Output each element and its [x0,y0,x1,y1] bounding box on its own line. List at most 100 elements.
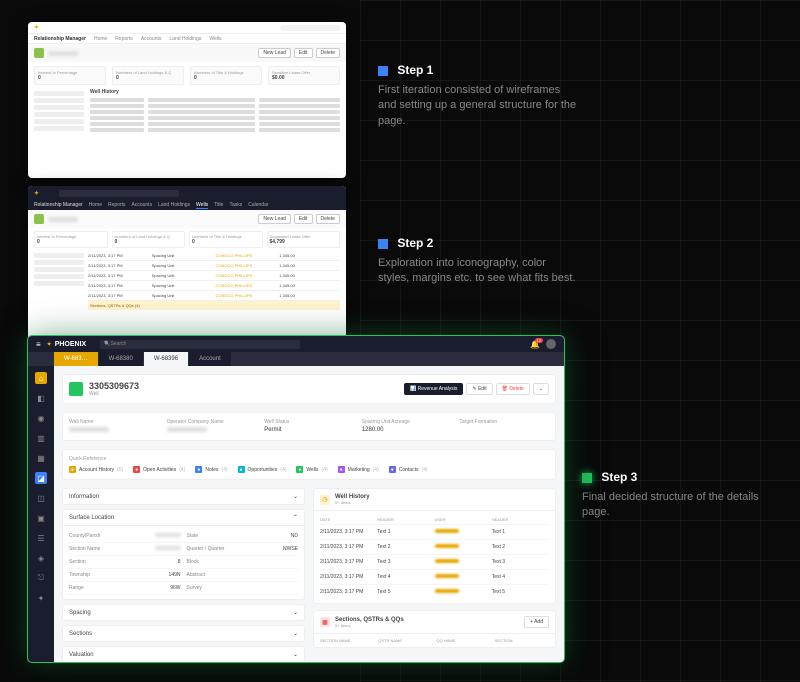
nav-item[interactable]: Reports [108,202,126,208]
search-input[interactable] [280,25,340,31]
nav-item-wells[interactable]: Wells [196,202,208,209]
qr-item[interactable]: ●Account History(5) [69,466,123,473]
sidebar-share-icon[interactable]: ⎋ [35,572,47,584]
tab[interactable]: W-68380 [99,352,144,366]
avatar [34,48,44,58]
edit-button[interactable]: Edit [294,214,313,224]
qr-item[interactable]: ●Marketing(4) [338,466,379,473]
sections-icon: ▦ [320,617,330,627]
edit-button[interactable]: ✎ Edit [466,383,492,395]
step-2-title: Step 2 [397,236,433,250]
well-history-row[interactable]: 2/11/2023, 3:17 PMText 5Text 5 [320,584,549,599]
accordion-header[interactable]: Information⌄ [63,489,304,504]
nav-item[interactable]: Accounts [141,36,162,42]
new-lead-button[interactable]: New Lead [258,48,291,58]
step-3-desc: Final decided structure of the details p… [582,490,782,521]
nav-item[interactable]: Land Holdings [158,202,190,208]
surface-row: Township149NAbstract [69,569,298,582]
sidebar-map-icon[interactable]: ◈ [35,552,47,564]
delete-button[interactable]: Delete [316,48,340,58]
wireframe-card-1: ✦ Relationship Manager Home Reports Acco… [28,22,346,178]
well-header-card: 3305309673 Well 📊 Revenue Analysis ✎ Edi… [62,374,556,404]
sidebar-settings-icon[interactable]: ✦ [35,592,47,604]
accordion-header[interactable]: Valuation⌄ [63,647,304,662]
qr-title: Quick Reference [69,456,549,462]
step-3-marker [582,473,592,483]
nav-item[interactable]: Home [94,36,107,42]
accordion-header[interactable]: Spacing⌄ [63,605,304,620]
qr-item[interactable]: ●Open Activities(4) [133,466,185,473]
sidebar-layers-icon[interactable]: ◫ [35,492,47,504]
c1-ribbon: New Lead Edit Delete [28,44,346,62]
revenue-analysis-button[interactable]: 📊 Revenue Analysis [404,383,463,395]
nav-item[interactable]: Accounts [132,202,153,208]
sidebar-grid-icon[interactable]: ▣ [35,512,47,524]
tab-active-indicator[interactable]: W-683… [54,352,99,366]
c1-sidebar [34,89,84,133]
add-button[interactable]: + Add [524,616,549,628]
nav-item[interactable]: Calendar [248,202,268,208]
menu-icon[interactable]: ≡ [36,340,41,349]
step-1-title: Step 1 [397,63,433,77]
c2-table: 2/11/2023, 3:17 PMSpacing UnitCONOCO PHI… [88,251,340,310]
well-history-row[interactable]: 2/11/2023, 3:17 PMText 1Text 1 [320,524,549,539]
well-history-icon: ◷ [320,495,330,505]
delete-button[interactable]: Delete [316,214,340,224]
qr-item[interactable]: ●Notes(4) [195,466,227,473]
well-history-row[interactable]: 2/11/2023, 3:17 PMText 4Text 4 [320,569,549,584]
nav-item[interactable]: Title [214,202,223,208]
nav-item[interactable]: Land Holdings [169,36,201,42]
sidebar-well-icon[interactable]: ◪ [35,472,47,484]
step-2-label: Step 2 Exploration into iconography, col… [378,236,578,287]
sidebar-bank-icon[interactable]: ▦ [35,452,47,464]
notifications-icon[interactable]: 🔔12 [530,340,540,349]
edit-button[interactable]: Edit [294,48,313,58]
step-1-label: Step 1 First iteration consisted of wire… [378,63,578,129]
exploration-card-2: ✦ Relationship Manager Home Reports Acco… [28,186,346,342]
well-history-row[interactable]: 2/11/2023, 3:17 PMText 3Text 3 [320,554,549,569]
qr-item[interactable]: ●Opportunities(4) [238,466,287,473]
brand-label: PHOENIX [55,341,87,348]
search-input[interactable] [59,190,179,197]
c1-header: ✦ [28,22,346,34]
qr-item[interactable]: ●Wells(4) [296,466,327,473]
well-history-title: Well History [90,89,340,95]
chevron-down-icon: ⌄ [293,651,298,658]
sidebar-doc-icon[interactable]: ▥ [35,432,47,444]
qr-item[interactable]: ●Contacts(4) [389,466,428,473]
phoenix-logo-icon: ✦ [47,341,52,348]
step-2-desc: Exploration into iconography, color styl… [378,256,578,287]
new-lead-button[interactable]: New Lead [258,214,291,224]
notification-badge: 12 [535,338,543,343]
accordion-header[interactable]: Surface Location⌃ [63,510,304,525]
delete-button[interactable]: 🗑 Delete [496,383,530,395]
tab-active[interactable]: W-68396 [144,352,189,366]
user-avatar[interactable] [546,339,556,349]
well-subtitle: Well [89,391,139,397]
chevron-down-icon: ⌄ [293,493,298,500]
nav-item[interactable]: Home [89,202,102,208]
nav-item[interactable]: Reports [115,36,133,42]
sidebar-users-icon[interactable]: ◉ [35,412,47,424]
sidebar-home-icon[interactable]: ⌂ [35,372,47,384]
c2-sidebar [34,251,84,310]
sidebar-chart-icon[interactable]: ◧ [35,392,47,404]
accordion-header[interactable]: Sections⌄ [63,626,304,641]
surface-row: County/ParishStateND [69,530,298,543]
quick-reference: Quick Reference ●Account History(5) ●Open… [62,449,556,480]
sections-footer[interactable]: Sections, QSTRs & QQs (4) [88,301,340,310]
nav-item[interactable]: Wells [209,36,221,42]
nav-item[interactable]: Tasks [229,202,242,208]
c3-main: 3305309673 Well 📊 Revenue Analysis ✎ Edi… [54,366,564,662]
step-1-marker [378,66,388,76]
sidebar-list-icon[interactable]: ☰ [35,532,47,544]
well-history-row[interactable]: 2/11/2023, 3:17 PMText 2Text 2 [320,539,549,554]
logo-icon: ✦ [34,24,39,31]
logo-icon: ✦ [34,190,39,197]
more-button[interactable]: ⌄ [533,383,549,395]
search-input[interactable]: 🔍 Search [100,340,300,349]
tab[interactable]: Account [189,352,232,366]
surface-row: Section8Block [69,556,298,569]
surface-row: Range96WSurvey [69,582,298,595]
well-history-panel: ◷ Well History5+ Items DATEHEADERUSERHEA… [313,488,556,604]
